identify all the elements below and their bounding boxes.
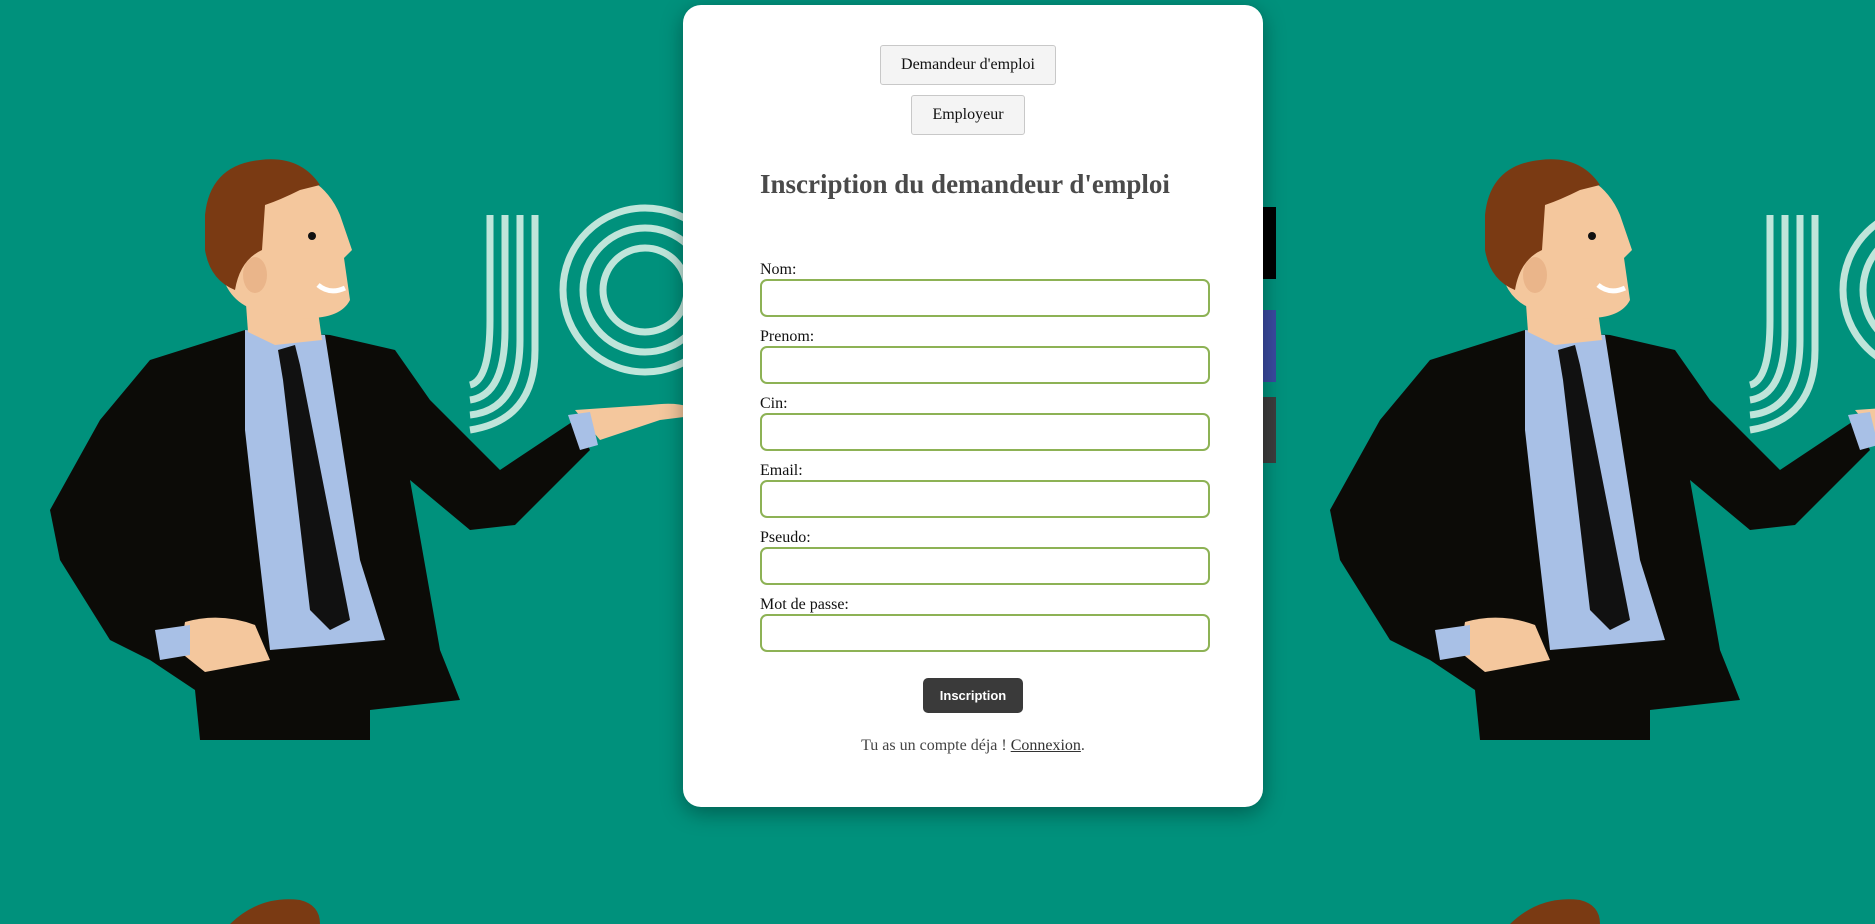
cin-label: Cin: — [760, 395, 788, 412]
form-title: Inscription du demandeur d'emploi — [760, 169, 1170, 199]
email-label: Email: — [760, 462, 803, 479]
password-input[interactable] — [760, 614, 1210, 652]
pseudo-input[interactable] — [760, 547, 1210, 585]
prenom-label: Prenom: — [760, 328, 815, 345]
login-prompt-text: Tu as un compte déja ! — [861, 737, 1011, 754]
employer-role-button[interactable]: Employeur — [911, 95, 1025, 135]
inscription-submit-button[interactable]: Inscription — [923, 678, 1023, 713]
nom-label: Nom: — [760, 261, 797, 278]
job-seeker-role-button[interactable]: Demandeur d'emploi — [880, 45, 1056, 85]
nom-input[interactable] — [760, 279, 1210, 317]
pseudo-label: Pseudo: — [760, 529, 811, 546]
prenom-input[interactable] — [760, 346, 1210, 384]
password-label: Mot de passe: — [760, 596, 849, 613]
connexion-link[interactable]: Connexion — [1011, 737, 1081, 754]
email-input[interactable] — [760, 480, 1210, 518]
registration-card: Demandeur d'emploi Employeur Inscription… — [683, 5, 1263, 807]
login-prompt: Tu as un compte déja ! Connexion. — [683, 737, 1263, 755]
login-prompt-period: . — [1080, 737, 1085, 754]
cin-input[interactable] — [760, 413, 1210, 451]
